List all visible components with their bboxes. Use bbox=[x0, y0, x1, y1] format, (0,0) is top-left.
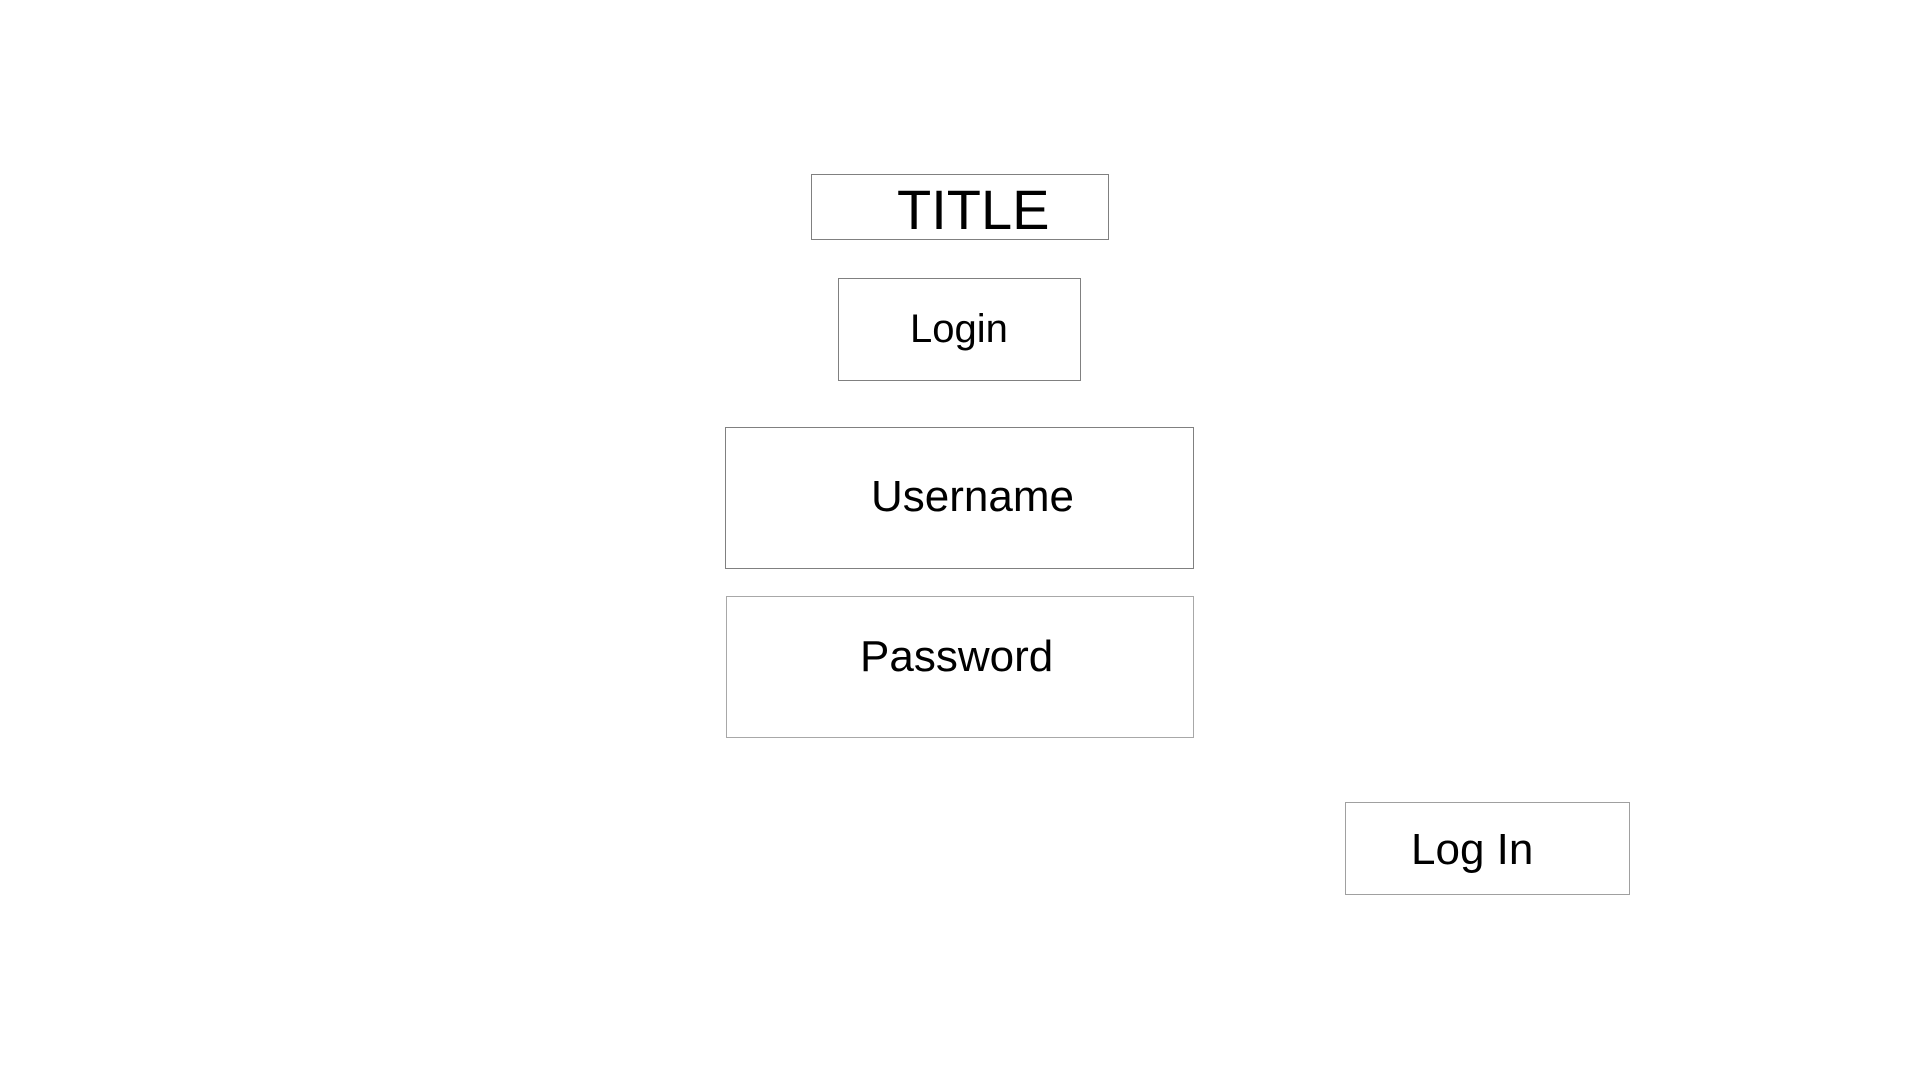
username-placeholder: Username bbox=[871, 472, 1074, 521]
login-heading-box: Login bbox=[838, 278, 1081, 381]
log-in-button-label: Log In bbox=[1411, 825, 1534, 874]
page-title: TITLE bbox=[897, 178, 1050, 241]
username-field[interactable]: Username bbox=[725, 427, 1194, 569]
log-in-button[interactable]: Log In bbox=[1345, 802, 1630, 895]
password-placeholder: Password bbox=[860, 632, 1054, 681]
login-heading: Login bbox=[910, 307, 1008, 351]
password-field[interactable]: Password bbox=[726, 596, 1194, 738]
title-box: TITLE bbox=[811, 174, 1109, 240]
